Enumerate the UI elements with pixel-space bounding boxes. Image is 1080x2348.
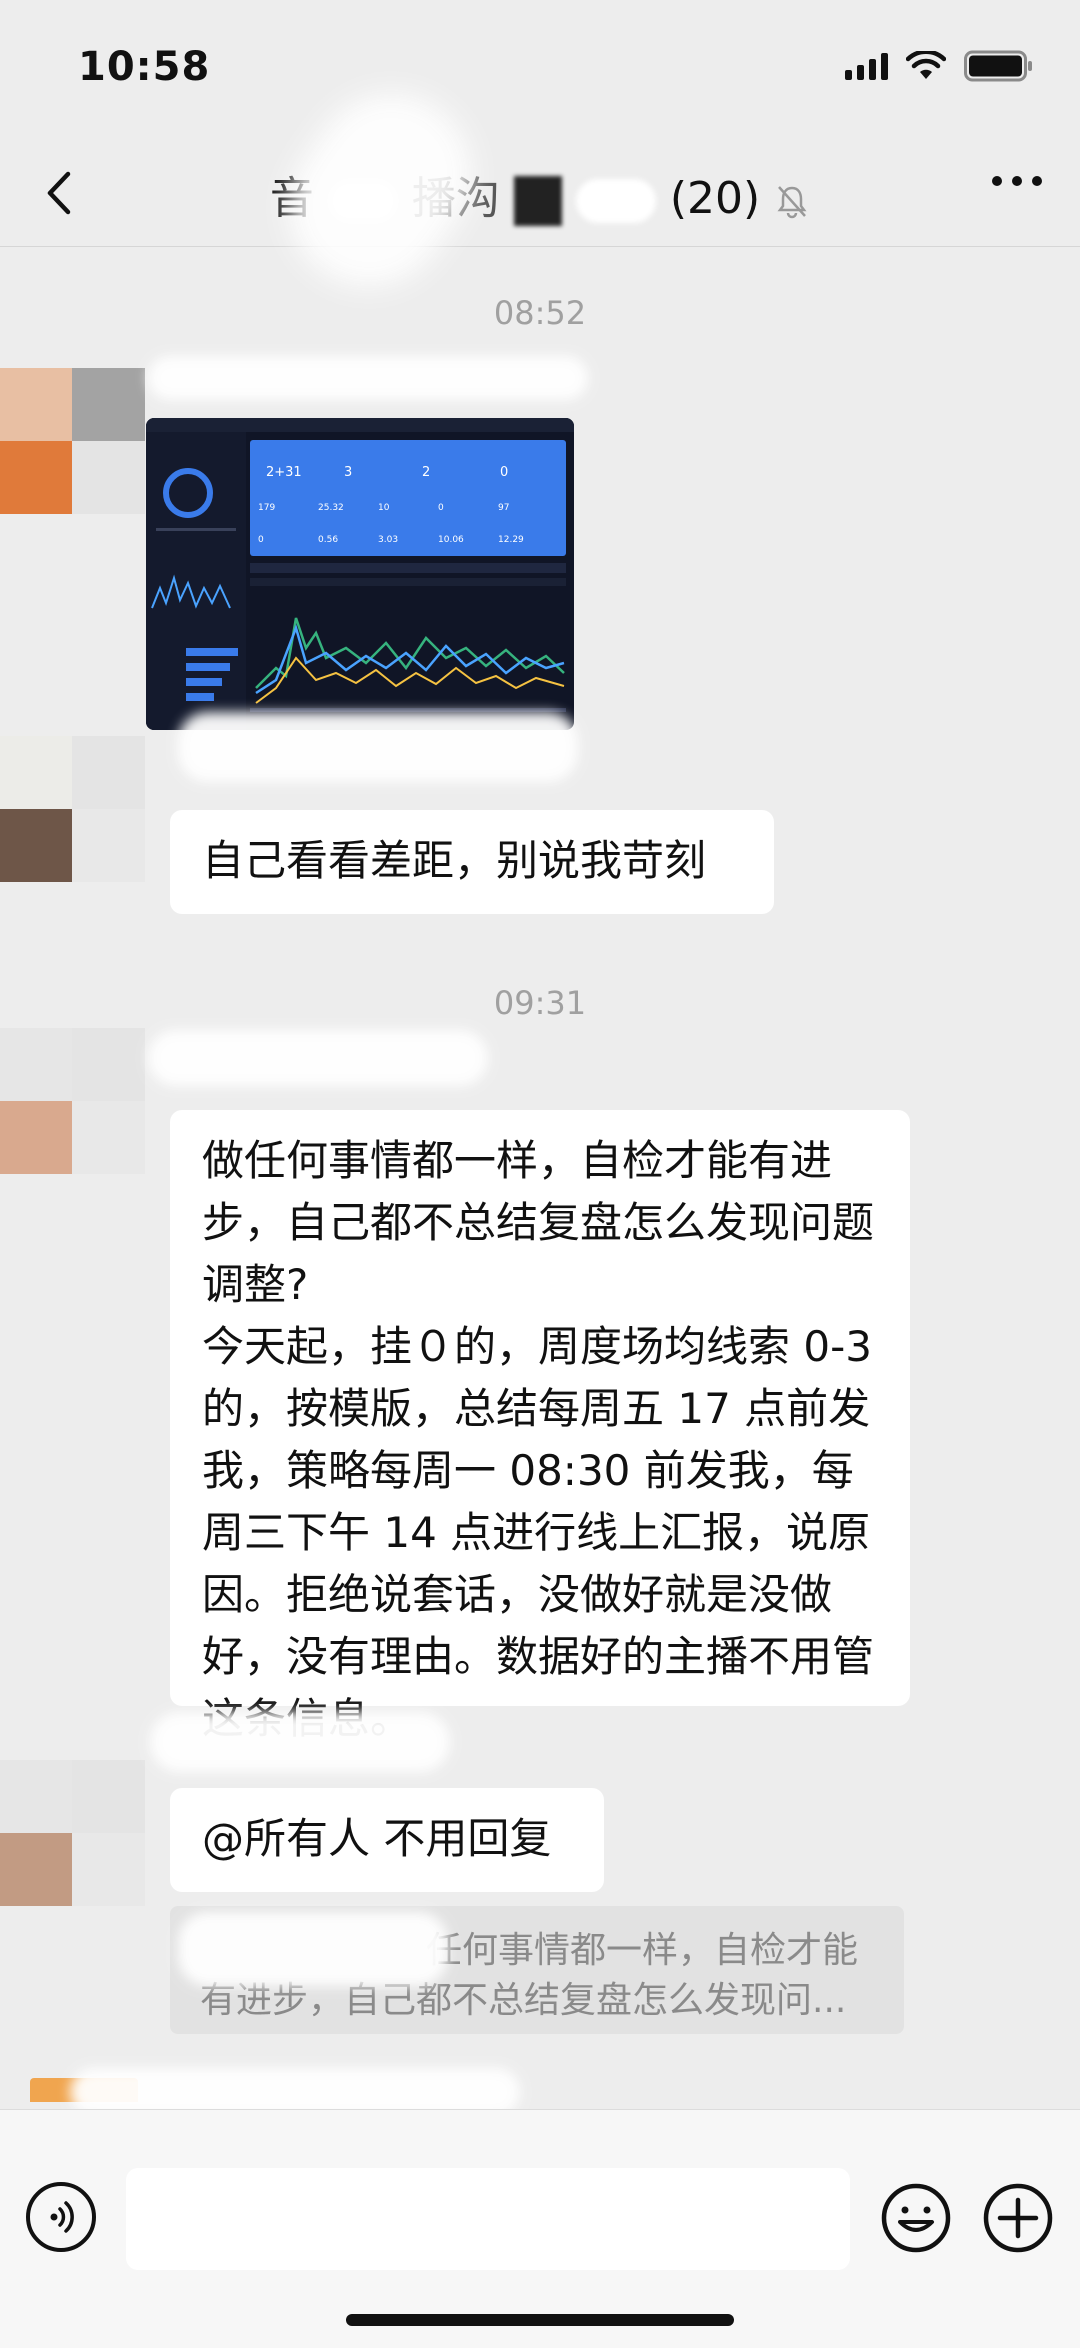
kpi-value: 0	[258, 535, 264, 545]
message-input[interactable]	[126, 2168, 850, 2270]
plus-icon[interactable]	[982, 2182, 1054, 2254]
time-label: 08:52	[493, 294, 587, 332]
message-bubble[interactable]: 自己看看差距，别说我苛刻	[170, 810, 774, 914]
voice-icon[interactable]	[26, 2182, 96, 2252]
kpi-value: 3.03	[378, 535, 398, 545]
kpi-value: 12.29	[498, 535, 524, 545]
kpi-value: 2	[422, 465, 430, 480]
member-count: (20)	[669, 173, 761, 224]
group-title: 音 播沟 (20)	[0, 162, 1080, 226]
avatar[interactable]	[0, 1028, 146, 1174]
battery-icon	[964, 50, 1032, 82]
kpi-value: 2+31	[266, 465, 302, 480]
dashboard-screenshot: 2+31 3 2 0 179 25.32 10 0 97 0 0.56 3.03…	[146, 418, 574, 730]
redacted-block	[513, 176, 562, 226]
redacted-sender-name	[148, 1030, 488, 1086]
input-bar	[0, 2109, 1080, 2348]
message-bubble[interactable]: 做任何事情都一样，自检才能有进步，自己都不总结复盘怎么发现问题调整? 今天起，挂…	[170, 1110, 910, 1743]
mute-bell-icon	[777, 186, 807, 219]
wifi-icon	[906, 51, 946, 79]
avatar[interactable]	[0, 1760, 146, 1906]
kpi-value: 179	[258, 503, 275, 513]
avatar[interactable]	[0, 736, 146, 882]
status-bar: 10:58	[0, 0, 1080, 140]
redacted-sender-name	[148, 356, 588, 400]
status-icons	[845, 50, 1034, 82]
kpi-value: 0	[500, 465, 508, 480]
signal-icon	[845, 52, 888, 80]
kpi-value: 0.56	[318, 535, 338, 545]
kpi-value: 10.06	[438, 535, 464, 545]
chat-screen: 10:58 音 播沟 (20	[0, 0, 1080, 2348]
status-time: 10:58	[78, 44, 211, 90]
time-label: 09:31	[493, 984, 587, 1022]
kpi-value: 10	[378, 503, 390, 513]
redacted-text	[178, 712, 578, 782]
kpi-value: 25.32	[318, 503, 344, 513]
home-indicator	[346, 2314, 734, 2326]
kpi-value: 3	[344, 465, 352, 480]
image-message[interactable]: 2+31 3 2 0 179 25.32 10 0 97 0 0.56 3.03…	[146, 418, 574, 730]
kpi-value: 97	[498, 503, 509, 513]
redacted-sender-name	[150, 1712, 450, 1772]
avatar[interactable]	[0, 368, 146, 514]
more-icon[interactable]	[992, 176, 1042, 186]
message-bubble[interactable]: @所有人 不用回复	[170, 1788, 604, 1892]
kpi-value: 0	[438, 503, 444, 513]
redacted-text	[178, 1912, 448, 1986]
chat-header: 音 播沟 (20)	[0, 140, 1080, 247]
emoji-icon[interactable]	[880, 2182, 952, 2254]
redacted-text	[575, 179, 656, 223]
